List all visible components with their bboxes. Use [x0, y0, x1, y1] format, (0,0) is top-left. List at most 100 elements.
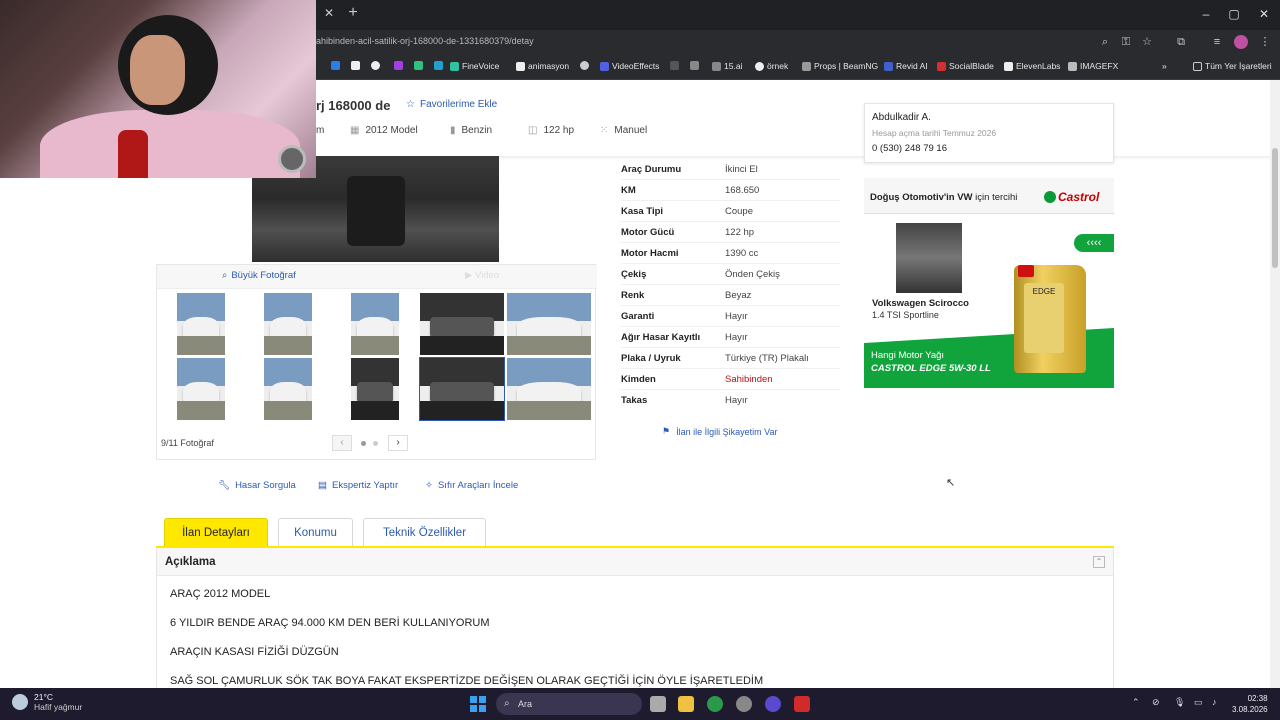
chrome-icon[interactable]: [707, 696, 723, 712]
pager-dot[interactable]: [373, 441, 378, 446]
url-text[interactable]: ahibinden-acil-satilik-orj-168000-de-133…: [316, 36, 534, 46]
gallery-thumbnail[interactable]: [351, 358, 399, 420]
bookmark-icon[interactable]: [331, 61, 340, 70]
close-tab-icon[interactable]: ✕: [322, 5, 336, 21]
pager-dot[interactable]: [361, 441, 366, 446]
detail-row: Garanti Hayır: [621, 306, 840, 327]
menu-icon[interactable]: ⋮: [1258, 35, 1272, 49]
gallery-thumbnail-selected[interactable]: [419, 357, 505, 421]
windows-taskbar: 21°C Hafif yağmur ⌕ Ara ⌃ ⊘ 🎙︎ ▭ ♪ 02:38 …: [0, 688, 1280, 720]
new-tab-icon[interactable]: +: [345, 5, 361, 21]
bookmark-icon[interactable]: [670, 61, 679, 70]
app-icon[interactable]: [736, 696, 752, 712]
taskbar-search[interactable]: ⌕ Ara: [496, 693, 642, 715]
seller-phone[interactable]: 0 (530) 248 79 16: [872, 143, 947, 154]
bookmark-revid-ai[interactable]: Revid AI: [884, 61, 928, 71]
add-favorite-button[interactable]: ☆ Favorilerime Ekle: [406, 99, 497, 110]
app-icon[interactable]: [765, 696, 781, 712]
bookmark-icon[interactable]: [394, 61, 403, 70]
weather-icon: [12, 694, 28, 710]
microphone-icon[interactable]: 🎙︎: [1174, 697, 1185, 708]
bookmark-icon[interactable]: [371, 61, 380, 70]
gallery-thumbnail[interactable]: [177, 293, 225, 355]
bookmark-props-beamng[interactable]: Props | BeamNG: [802, 61, 878, 71]
file-explorer-icon[interactable]: [678, 696, 694, 712]
video-tab: ▶ Video: [465, 270, 500, 281]
bookmark-finevoice[interactable]: FineVoice: [450, 61, 499, 71]
tray-overflow-icon[interactable]: ⌃: [1132, 697, 1140, 708]
microphone-icon: [118, 130, 148, 178]
car-icon: ✧: [425, 480, 433, 491]
new-cars-link[interactable]: ✧ Sıfır Araçları İncele: [425, 480, 518, 491]
big-photo-button[interactable]: ⌕ Büyük Fotoğraf: [222, 270, 296, 281]
oil-bottle-cap: [1018, 265, 1034, 277]
key-icon[interactable]: ⚿: [1119, 35, 1133, 49]
star-icon: ☆: [406, 99, 415, 110]
detail-row: Motor Gücü 122 hp: [621, 222, 840, 243]
task-view-icon[interactable]: [650, 696, 666, 712]
ad-question: Hangi Motor Yağı: [871, 350, 945, 361]
next-photo-button[interactable]: ›: [388, 435, 408, 451]
weather-widget[interactable]: 21°C Hafif yağmur: [12, 692, 82, 712]
media-icon[interactable]: ≡: [1210, 35, 1224, 49]
bookmark-ornek[interactable]: örnek: [755, 61, 788, 71]
prev-photo-button[interactable]: ‹: [332, 435, 352, 451]
bookmark-icon[interactable]: [351, 61, 360, 70]
gallery-thumbnail[interactable]: [351, 293, 399, 355]
ring-light-icon: [278, 145, 306, 173]
gallery-thumbnail[interactable]: [177, 358, 225, 420]
taskbar-clock[interactable]: 02:38 3.08.2026: [1232, 693, 1268, 715]
bookmark-elevenlabs[interactable]: ElevenLabs: [1004, 61, 1060, 71]
app-icon[interactable]: [794, 696, 810, 712]
spec-chip-power: ◫ 122 hp: [528, 125, 575, 136]
collapse-icon[interactable]: ⌃: [1093, 556, 1105, 568]
volume-icon[interactable]: ♪: [1212, 697, 1217, 707]
minimize-icon[interactable]: –: [1196, 6, 1216, 22]
castrol-ad[interactable]: Doğuş Otomotiv'in VW için tercihi Castro…: [864, 178, 1114, 388]
display-icon[interactable]: ▭: [1194, 697, 1203, 708]
damage-query-link[interactable]: 🔧︎ Hasar Sorgula: [218, 480, 296, 491]
bookmark-icon[interactable]: [414, 61, 423, 70]
detail-row: Kimden Sahibinden: [621, 369, 840, 390]
windows-start-icon[interactable]: [470, 696, 486, 712]
extensions-icon[interactable]: ⧉: [1174, 35, 1188, 49]
star-icon[interactable]: ☆: [1140, 35, 1154, 49]
gallery-thumbnail[interactable]: [420, 293, 504, 355]
profile-icon[interactable]: [1234, 35, 1248, 49]
expertise-link[interactable]: ▤ Ekspertiz Yaptır: [318, 480, 398, 491]
bookmark-15ai[interactable]: 15.ai: [712, 61, 742, 71]
bookmark-icon[interactable]: [690, 61, 699, 70]
seller-since: Hesap açma tarihi Temmuz 2026: [872, 128, 997, 138]
gallery-thumbnail[interactable]: [507, 358, 591, 420]
description-title: Açıklama: [165, 556, 216, 568]
spec-chip-gear: ⁙ Manuel: [600, 125, 648, 136]
gallery-thumbnail[interactable]: [264, 358, 312, 420]
detail-row: Araç Durumu İkinci El: [621, 159, 840, 180]
more-bookmarks-icon[interactable]: »: [1162, 61, 1167, 71]
bookmark-imagefx[interactable]: IMAGEFX: [1068, 61, 1118, 71]
spec-chip-fuel: ▮ Benzin: [450, 125, 493, 136]
network-icon[interactable]: ⊘: [1152, 697, 1160, 708]
all-bookmarks[interactable]: Tüm Yer İşaretleri: [1193, 61, 1272, 71]
bookmark-icon[interactable]: [580, 61, 589, 70]
webcam-person: [40, 110, 300, 178]
bookmark-animasyon[interactable]: animasyon: [516, 61, 569, 71]
page-scrollbar[interactable]: [1270, 80, 1280, 688]
tab-location[interactable]: Konumu: [278, 518, 353, 548]
detail-row: Ağır Hasar Kayıtlı Hayır: [621, 327, 840, 348]
bookmark-videoeffects[interactable]: VideoEffects: [600, 61, 659, 71]
tab-technical-specs[interactable]: Teknik Özellikler: [363, 518, 486, 548]
seller-name[interactable]: Abdulkadir A.: [872, 112, 931, 123]
close-window-icon[interactable]: ✕: [1254, 6, 1274, 22]
tab-listing-details[interactable]: İlan Detayları: [164, 518, 268, 548]
report-listing-link[interactable]: ⚑ İlan ile İlgili Şikayetim Var: [662, 426, 777, 437]
bookmark-socialblade[interactable]: SocialBlade: [937, 61, 994, 71]
seller-card: Abdulkadir A. Hesap açma tarihi Temmuz 2…: [864, 103, 1114, 163]
gallery-thumbnail[interactable]: [507, 293, 591, 355]
maximize-icon[interactable]: ▢: [1224, 6, 1244, 22]
zoom-icon[interactable]: ⌕: [1098, 35, 1112, 49]
photo-gallery: ⌕ Büyük Fotoğraf ▶ Video 9/11 Fotoğraf ‹ …: [156, 264, 597, 460]
gallery-thumbnail[interactable]: [264, 293, 312, 355]
scrollbar-thumb[interactable]: [1272, 148, 1278, 268]
bookmark-icon[interactable]: [434, 61, 443, 70]
